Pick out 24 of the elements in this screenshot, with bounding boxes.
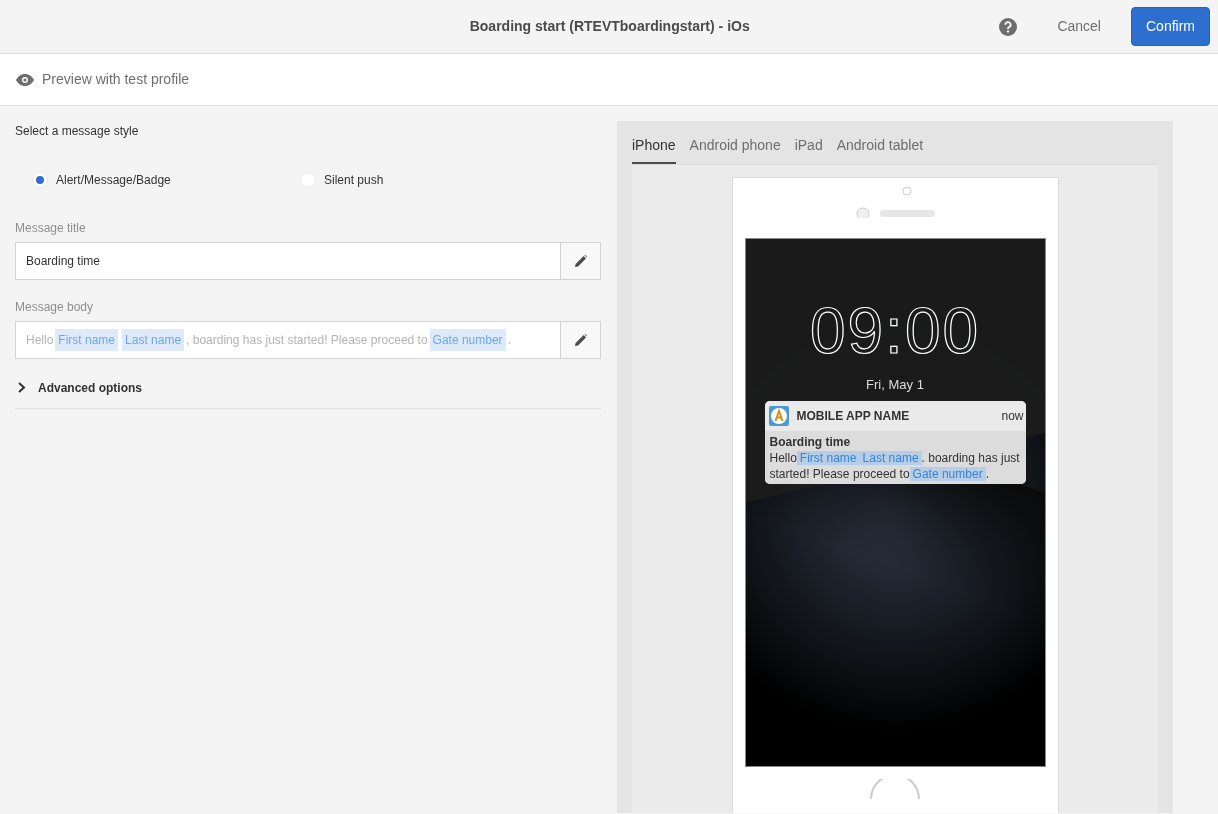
app-name: MOBILE APP NAME	[796, 407, 911, 425]
radio-label[interactable]: Alert/Message/Badge	[56, 171, 171, 189]
notification-text: Hello First name Last name . boarding has just started! Please proceed to Gate number .	[769, 449, 1021, 482]
section-label: Select a message style	[15, 123, 140, 140]
confirm-button[interactable]: Confirm	[1131, 7, 1210, 46]
radio-label[interactable]: Silent push	[324, 171, 384, 189]
window-title: Boarding start (RTEVTboardingstart) - iOs	[468, 17, 751, 36]
field-label: Message title	[15, 220, 87, 237]
device-tab[interactable]: Android phone	[689, 121, 781, 164]
preview-link[interactable]: Preview with test profile	[42, 69, 190, 90]
eye-icon[interactable]	[16, 73, 34, 86]
help-icon[interactable]	[999, 17, 1018, 36]
cancel-button[interactable]: Cancel	[1043, 10, 1115, 43]
date-text: Fri, May 1	[865, 376, 925, 394]
radio-button[interactable]	[32, 172, 48, 188]
app-icon	[768, 405, 789, 426]
notification-time: now	[1001, 407, 1024, 425]
notification-title: Boarding time	[769, 433, 852, 450]
chevron-right-icon[interactable]	[18, 382, 26, 393]
clock-text: 09:00	[808, 299, 982, 363]
device-tab[interactable]: iPad	[794, 121, 823, 164]
field-label: Message body	[15, 299, 95, 316]
advanced-options-toggle[interactable]: Advanced options	[38, 378, 142, 397]
device-tab[interactable]: Android tablet	[836, 121, 924, 164]
